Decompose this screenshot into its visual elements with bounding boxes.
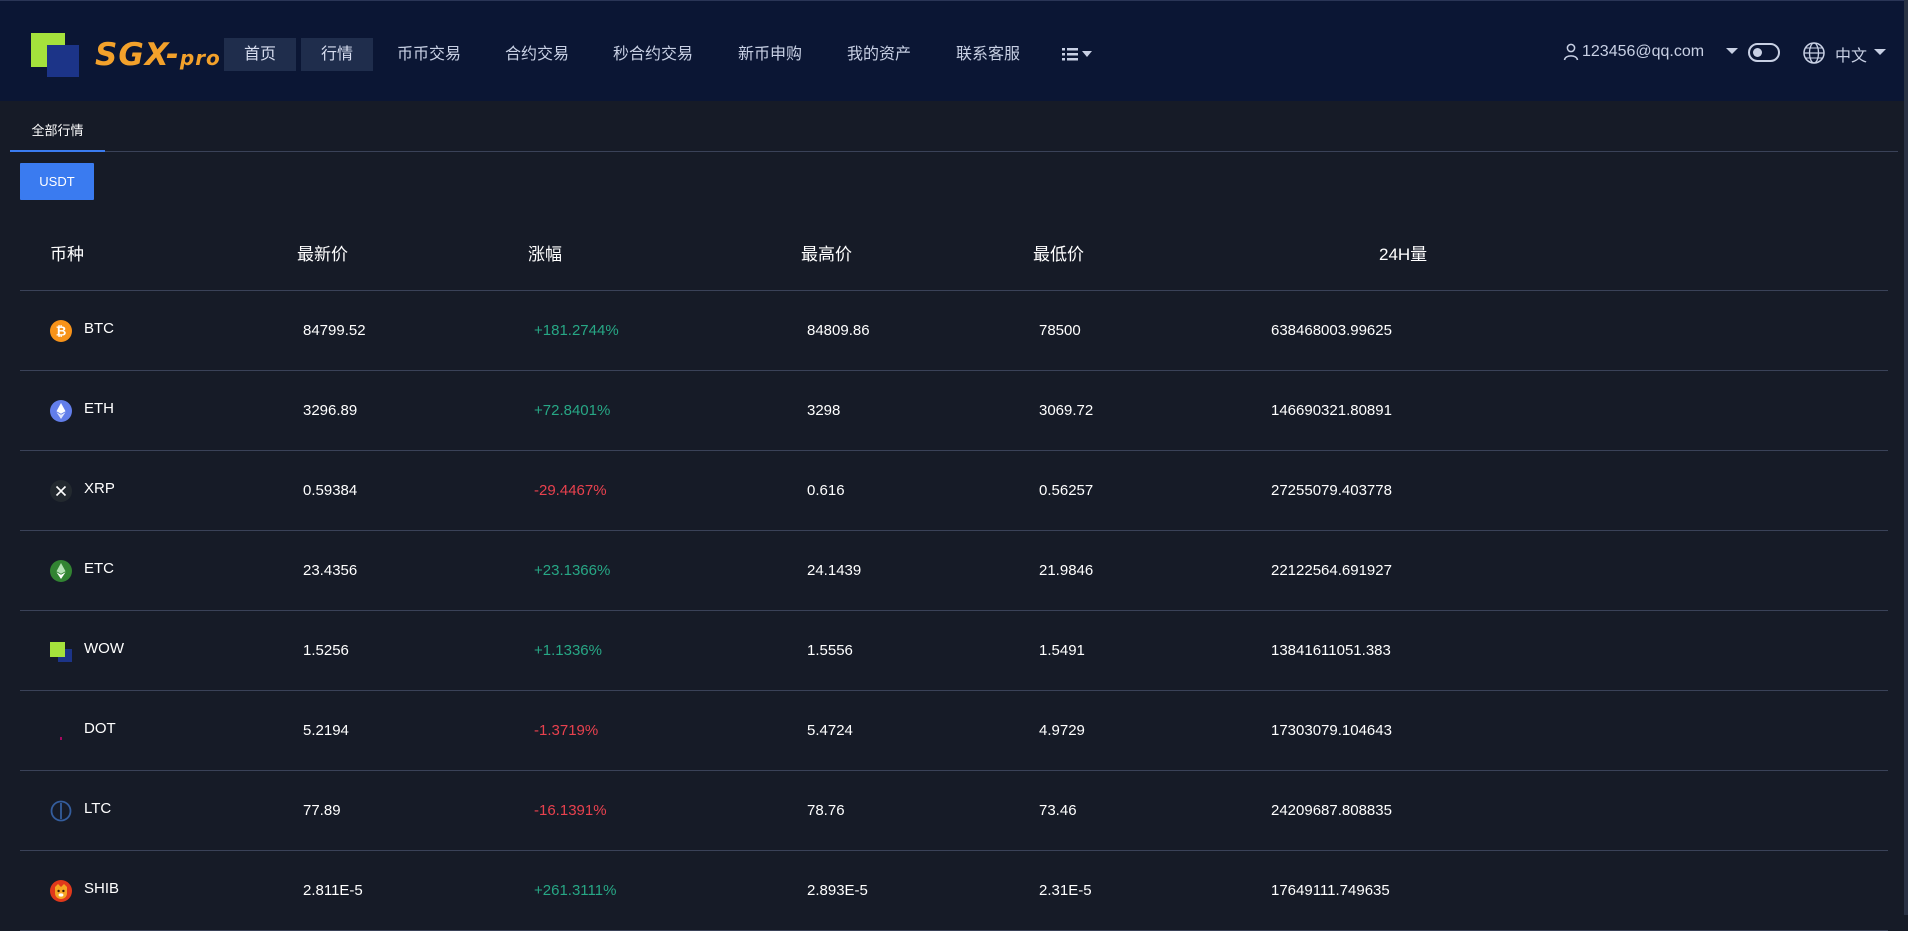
last-price: 3296.89 bbox=[303, 402, 358, 419]
nav-item-my-assets[interactable]: 我的资产 bbox=[844, 38, 914, 71]
table-row[interactable]: ETC 23.4356 +23.1366% 24.1439 21.9846 22… bbox=[20, 531, 1888, 611]
toggle-knob bbox=[1753, 48, 1762, 57]
high-price: 24.1439 bbox=[807, 562, 862, 579]
table-row[interactable]: XRP 0.59384 -29.4467% 0.616 0.56257 2725… bbox=[20, 451, 1888, 531]
last-price: 0.59384 bbox=[303, 482, 358, 499]
low-price: 73.46 bbox=[1039, 802, 1077, 819]
column-header-low[interactable]: 最低价 bbox=[1033, 240, 1084, 265]
table-row[interactable]: ETH 3296.89 +72.8401% 3298 3069.72 14669… bbox=[20, 371, 1888, 451]
user-icon bbox=[1563, 43, 1579, 61]
coin-name: WOW bbox=[84, 640, 124, 657]
coin-name: SHIB bbox=[84, 880, 120, 897]
change-percent: +1.1336% bbox=[534, 642, 602, 659]
low-price: 78500 bbox=[1039, 322, 1081, 339]
high-price: 84809.86 bbox=[807, 322, 870, 339]
shib-icon bbox=[50, 880, 72, 902]
coin-name: LTC bbox=[84, 800, 112, 817]
coin-name: DOT bbox=[84, 720, 116, 737]
nav-item-contract-trading[interactable]: 合约交易 bbox=[502, 38, 572, 71]
high-price: 1.5556 bbox=[807, 642, 853, 659]
table-header: 币种 最新价 涨幅 最高价 最低价 24H量 bbox=[20, 210, 1888, 291]
language-selector[interactable]: 中文 bbox=[1835, 42, 1867, 66]
last-price: 77.89 bbox=[303, 802, 341, 819]
table-row[interactable]: LTC 77.89 -16.1391% 78.76 73.46 24209687… bbox=[20, 771, 1888, 851]
volume-24h: 22122564.691927 bbox=[1271, 562, 1392, 579]
column-header-change[interactable]: 涨幅 bbox=[528, 240, 562, 265]
chevron-down-icon[interactable] bbox=[1726, 47, 1738, 55]
logo-text: SGX-pro bbox=[95, 37, 221, 73]
xrp-icon bbox=[50, 480, 72, 502]
change-percent: +181.2744% bbox=[534, 322, 619, 339]
low-price: 2.31E-5 bbox=[1039, 882, 1092, 899]
change-percent: +261.3111% bbox=[534, 882, 617, 899]
coin-name: ETC bbox=[84, 560, 114, 577]
market-table: 币种 最新价 涨幅 最高价 最低价 24H量 ₿ BTC 84799.52 +1… bbox=[20, 210, 1888, 931]
svg-text:₿: ₿ bbox=[56, 325, 67, 340]
nav-item-new-coin-subscription[interactable]: 新币申购 bbox=[735, 38, 805, 71]
high-price: 5.4724 bbox=[807, 722, 853, 739]
coin-name: BTC bbox=[84, 320, 114, 337]
high-price: 0.616 bbox=[807, 482, 845, 499]
volume-24h: 27255079.403778 bbox=[1271, 482, 1392, 499]
last-price: 23.4356 bbox=[303, 562, 358, 579]
table-row[interactable]: SHIB 2.811E-5 +261.3111% 2.893E-5 2.31E-… bbox=[20, 851, 1888, 931]
last-price: 2.811E-5 bbox=[303, 882, 363, 899]
market-tabs: 全部行情 bbox=[10, 101, 1898, 152]
logo-square-blue bbox=[47, 45, 79, 77]
nav-item-markets[interactable]: 行情 bbox=[301, 38, 373, 71]
top-header: SGX-pro 首页 行情 币币交易 合约交易 秒合约交易 新币申购 我的资产 … bbox=[0, 0, 1908, 101]
user-email[interactable]: 123456@qq.com bbox=[1582, 43, 1704, 61]
high-price: 2.893E-5 bbox=[807, 882, 868, 899]
volume-24h: 146690321.80891 bbox=[1271, 402, 1392, 419]
chevron-down-icon[interactable] bbox=[1874, 48, 1886, 56]
etc-icon bbox=[50, 560, 72, 582]
change-percent: +72.8401% bbox=[534, 402, 611, 419]
list-menu-icon[interactable] bbox=[1060, 45, 1096, 63]
change-percent: -29.4467% bbox=[534, 482, 607, 499]
column-header-high[interactable]: 最高价 bbox=[801, 240, 852, 265]
logo[interactable]: SGX-pro bbox=[31, 33, 220, 77]
high-price: 78.76 bbox=[807, 802, 845, 819]
change-percent: -1.3719% bbox=[534, 722, 599, 739]
table-row[interactable]: ₿ BTC 84799.52 +181.2744% 84809.86 78500… bbox=[20, 291, 1888, 371]
high-price: 3298 bbox=[807, 402, 841, 419]
dot-icon bbox=[60, 737, 62, 740]
usdt-quote-button[interactable]: USDT bbox=[20, 163, 94, 200]
eth-icon bbox=[50, 400, 72, 422]
low-price: 21.9846 bbox=[1039, 562, 1094, 579]
volume-24h: 24209687.808835 bbox=[1271, 802, 1392, 819]
low-price: 1.5491 bbox=[1039, 642, 1085, 659]
globe-icon[interactable] bbox=[1802, 41, 1826, 65]
last-price: 5.2194 bbox=[303, 722, 349, 739]
nav-item-spot-trading[interactable]: 币币交易 bbox=[394, 38, 464, 71]
low-price: 0.56257 bbox=[1039, 482, 1094, 499]
last-price: 1.5256 bbox=[303, 642, 349, 659]
theme-toggle[interactable] bbox=[1748, 43, 1780, 62]
tab-all-markets[interactable]: 全部行情 bbox=[10, 101, 105, 152]
column-header-last-price[interactable]: 最新价 bbox=[297, 240, 348, 265]
last-price: 84799.52 bbox=[303, 322, 366, 339]
table-row[interactable]: WOW 1.5256 +1.1336% 1.5556 1.5491 138416… bbox=[20, 611, 1888, 691]
wow-icon bbox=[50, 642, 72, 662]
low-price: 3069.72 bbox=[1039, 402, 1094, 419]
volume-24h: 17649111.749635 bbox=[1271, 882, 1390, 899]
low-price: 4.9729 bbox=[1039, 722, 1085, 739]
nav-item-customer-service[interactable]: 联系客服 bbox=[953, 38, 1023, 71]
coin-name: ETH bbox=[84, 400, 114, 417]
btc-icon: ₿ bbox=[50, 320, 72, 342]
volume-24h: 17303079.104643 bbox=[1271, 722, 1392, 739]
table-row[interactable]: DOT 5.2194 -1.3719% 5.4724 4.9729 173030… bbox=[20, 691, 1888, 771]
column-header-volume[interactable]: 24H量 bbox=[1379, 240, 1427, 265]
volume-24h: 638468003.99625 bbox=[1271, 322, 1392, 339]
change-percent: -16.1391% bbox=[534, 802, 607, 819]
volume-24h: 13841611051.383 bbox=[1271, 642, 1391, 659]
nav-item-home[interactable]: 首页 bbox=[224, 38, 296, 71]
column-header-coin[interactable]: 币种 bbox=[50, 240, 84, 265]
coin-name: XRP bbox=[84, 480, 115, 497]
nav-item-second-contract[interactable]: 秒合约交易 bbox=[610, 38, 696, 71]
ltc-icon bbox=[50, 800, 72, 822]
change-percent: +23.1366% bbox=[534, 562, 611, 579]
scrollbar[interactable] bbox=[1904, 0, 1908, 915]
